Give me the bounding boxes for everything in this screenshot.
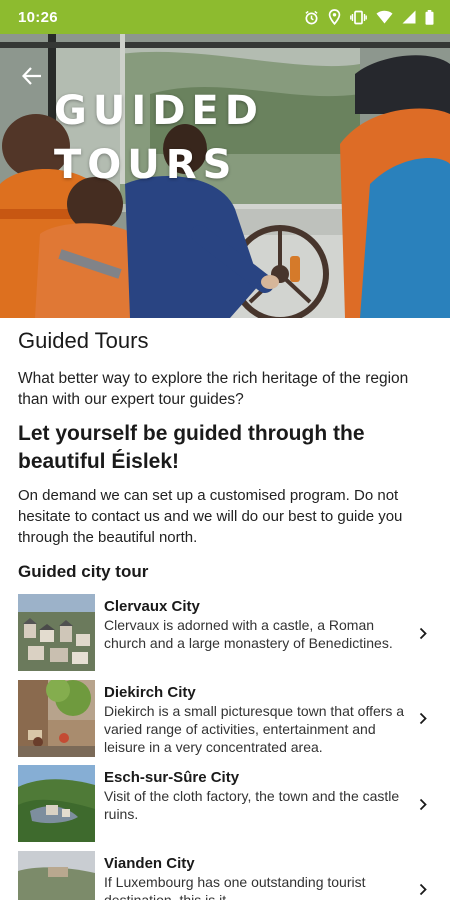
back-button[interactable] bbox=[14, 58, 50, 94]
status-time: 10:26 bbox=[18, 8, 58, 26]
status-icons bbox=[304, 9, 434, 25]
section-heading: Guided city tour bbox=[18, 562, 149, 581]
tour-thumbnail bbox=[18, 679, 95, 757]
tour-text: Clervaux City Clervaux is adorned with a… bbox=[104, 594, 414, 652]
chevron-right-icon bbox=[416, 795, 430, 813]
signal-icon bbox=[402, 10, 416, 24]
tour-name: Esch-sur-Sûre City bbox=[104, 769, 240, 786]
list-item[interactable]: Diekirch City Diekirch is a small pictur… bbox=[0, 679, 450, 766]
tour-name: Clervaux City bbox=[104, 598, 200, 615]
tour-text: Vianden City If Luxembourg has one outst… bbox=[104, 851, 414, 900]
tour-thumbnail bbox=[18, 594, 95, 671]
body-text: On demand we can set up a customised pro… bbox=[18, 487, 403, 546]
hero-title: GUIDED TOURS bbox=[54, 88, 264, 188]
intro-text: What better way to explore the rich heri… bbox=[18, 370, 409, 408]
page-title: Guided Tours bbox=[18, 328, 149, 353]
battery-icon bbox=[425, 9, 434, 25]
list-item[interactable]: Esch-sur-Sûre City Visit of the cloth fa… bbox=[0, 765, 450, 851]
chevron-right-icon bbox=[416, 624, 430, 642]
tour-description: Diekirch is a small picturesque town tha… bbox=[104, 702, 405, 755]
tour-list: Clervaux City Clervaux is adorned with a… bbox=[0, 594, 450, 900]
tour-description: Clervaux is adorned with a castle, a Rom… bbox=[104, 617, 393, 651]
hero-banner: GUIDED TOURS bbox=[0, 34, 450, 318]
wifi-icon bbox=[376, 10, 393, 24]
chevron-right-icon bbox=[416, 881, 430, 899]
tour-name: Vianden City bbox=[104, 854, 195, 872]
tour-description: Visit of the cloth factory, the town and… bbox=[104, 788, 400, 822]
list-item[interactable]: Clervaux City Clervaux is adorned with a… bbox=[0, 594, 450, 680]
content-section: Guided Tours What better way to explore … bbox=[18, 318, 432, 582]
chevron-right-icon bbox=[416, 710, 430, 728]
tour-name: Diekirch City bbox=[104, 683, 196, 701]
tour-text: Esch-sur-Sûre City Visit of the cloth fa… bbox=[104, 765, 414, 823]
tour-thumbnail bbox=[18, 765, 95, 842]
status-bar: 10:26 bbox=[0, 0, 450, 34]
location-icon bbox=[328, 9, 341, 25]
tour-text: Diekirch City Diekirch is a small pictur… bbox=[104, 680, 414, 756]
vibrate-icon bbox=[350, 10, 367, 25]
subheading: Let yourself be guided through the beaut… bbox=[18, 422, 365, 473]
tour-description: If Luxembourg has one outstanding touris… bbox=[104, 873, 366, 900]
list-item[interactable]: Vianden City If Luxembourg has one outst… bbox=[0, 850, 450, 900]
tour-thumbnail bbox=[18, 850, 95, 900]
arrow-back-icon bbox=[22, 67, 41, 85]
alarm-icon bbox=[304, 10, 319, 25]
